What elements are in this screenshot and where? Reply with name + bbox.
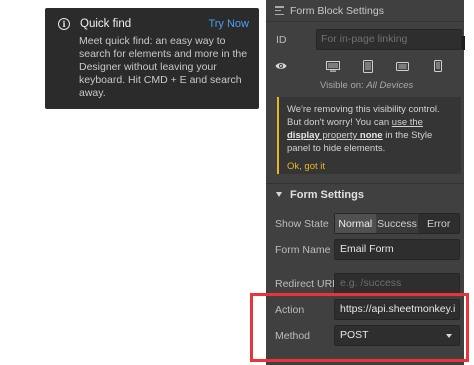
desktop-icon xyxy=(325,60,340,72)
quick-find-header: i Quick find Try Now xyxy=(57,16,249,32)
form-settings-title: Form Settings xyxy=(290,188,364,201)
show-state-label: Show State xyxy=(275,218,329,230)
visibility-row xyxy=(266,56,464,76)
visible-on-text: Visible on: All Devices xyxy=(320,80,413,91)
method-select[interactable]: POST xyxy=(334,325,460,346)
eye-icon[interactable] xyxy=(275,60,287,72)
visible-on-value: All Devices xyxy=(366,80,414,91)
caret-down-icon xyxy=(276,192,282,197)
quick-find-body: Meet quick find: an easy way to search f… xyxy=(79,35,248,99)
visibility-deprecation-notice: We're removing this visibility control. … xyxy=(277,97,461,174)
tablet-toggle[interactable] xyxy=(352,57,383,75)
mobile-portrait-toggle[interactable] xyxy=(422,57,453,75)
panel-header-title: Form Block Settings xyxy=(290,4,384,17)
action-row: Action https://api.sheetmonkey.i xyxy=(266,299,464,321)
show-state-segmented-control: Normal Success Error xyxy=(334,213,460,234)
desktop-toggle[interactable] xyxy=(317,57,348,75)
info-icon: i xyxy=(58,18,70,30)
visible-on-prefix: Visible on: xyxy=(320,80,364,91)
right-edge-strip xyxy=(464,0,474,365)
action-input[interactable]: https://api.sheetmonkey.i xyxy=(334,299,460,320)
method-row: Method POST xyxy=(266,325,464,347)
notice-link-none[interactable]: none xyxy=(360,130,383,141)
panel-header: Form Block Settings xyxy=(266,0,464,22)
mobile-landscape-toggle[interactable] xyxy=(387,57,418,75)
tablet-icon xyxy=(362,59,373,73)
scrollbar-handle[interactable] xyxy=(462,36,465,50)
form-name-row: Form Name Email Form xyxy=(266,239,464,261)
quick-find-tooltip: i Quick find Try Now Meet quick find: an… xyxy=(45,8,259,109)
method-label: Method xyxy=(275,330,311,342)
form-block-settings-panel: Form Block Settings ID For in-page linki… xyxy=(266,0,464,365)
redirect-url-label: Redirect URL xyxy=(275,278,339,290)
notice-link-use-the[interactable]: use the xyxy=(392,117,423,128)
mobile-portrait-icon xyxy=(433,60,442,72)
form-name-label: Form Name xyxy=(275,244,331,256)
state-error-button[interactable]: Error xyxy=(418,214,459,233)
notice-link-display[interactable]: display xyxy=(287,130,320,141)
notice-link-property[interactable]: property xyxy=(320,130,360,141)
mobile-landscape-icon xyxy=(396,61,409,71)
show-state-row: Show State Normal Success Error xyxy=(266,213,464,235)
id-input[interactable]: For in-page linking xyxy=(316,29,462,50)
redirect-url-input[interactable]: e.g. /success xyxy=(334,273,460,294)
device-toggles xyxy=(317,57,457,75)
action-label: Action xyxy=(275,304,305,316)
dropdown-arrow-icon xyxy=(446,334,452,338)
form-icon xyxy=(275,6,284,15)
quick-find-title: Quick find xyxy=(80,18,132,30)
id-row: ID For in-page linking xyxy=(266,28,464,52)
id-label: ID xyxy=(276,34,287,46)
notice-ok-button[interactable]: Ok, got it xyxy=(287,161,455,172)
notice-text: We're removing this visibility control. … xyxy=(287,103,455,155)
state-success-button[interactable]: Success xyxy=(376,214,419,233)
redirect-url-row: Redirect URL e.g. /success xyxy=(266,273,464,295)
method-value: POST xyxy=(340,329,369,341)
state-normal-button[interactable]: Normal xyxy=(335,214,377,233)
try-now-link[interactable]: Try Now xyxy=(208,18,249,30)
form-settings-header[interactable]: Form Settings xyxy=(266,183,464,205)
form-name-input[interactable]: Email Form xyxy=(334,239,460,260)
